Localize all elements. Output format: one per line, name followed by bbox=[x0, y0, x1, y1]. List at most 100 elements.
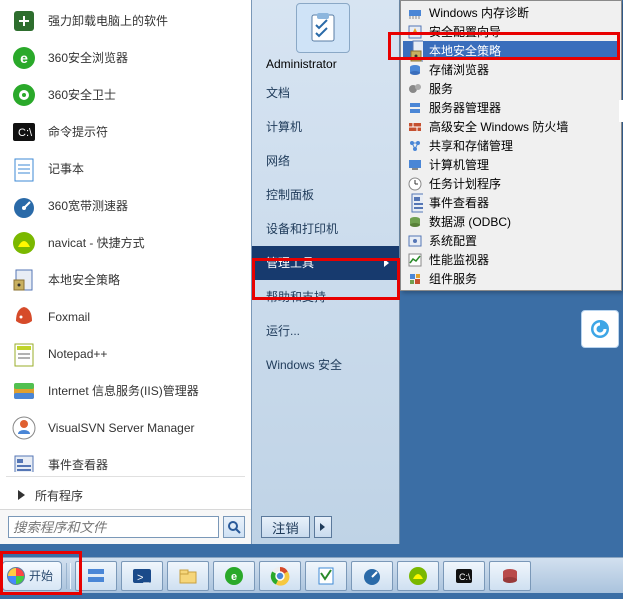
submenu-item-wizard[interactable]: 安全配置向导 bbox=[403, 22, 619, 41]
share-icon bbox=[407, 138, 423, 154]
submenu-item-firewall[interactable]: 高级安全 Windows 防火墙 bbox=[403, 117, 619, 136]
svg-text:C:\: C:\ bbox=[459, 572, 471, 582]
event-icon bbox=[8, 449, 40, 473]
app-label: 强力卸载电脑上的软件 bbox=[48, 12, 168, 29]
foxmail-icon bbox=[8, 301, 40, 333]
app-item-uninstall[interactable]: 强力卸载电脑上的软件 bbox=[4, 2, 251, 39]
app-item-npp[interactable]: Notepad++ bbox=[4, 335, 251, 372]
right-item-label: 文档 bbox=[266, 86, 290, 100]
taskbar-item-sql[interactable] bbox=[489, 561, 531, 591]
right-item-label: 控制面板 bbox=[266, 188, 314, 202]
logoff-more-button[interactable] bbox=[314, 516, 332, 538]
submenu-label: 存储浏览器 bbox=[429, 61, 489, 78]
all-programs-button[interactable]: 所有程序 bbox=[0, 481, 251, 509]
app-item-navicat[interactable]: navicat - 快捷方式 bbox=[4, 224, 251, 261]
app-item-event[interactable]: 事件查看器 bbox=[4, 446, 251, 472]
submenu-item-server[interactable]: 服务器管理器 bbox=[403, 98, 619, 117]
search-button[interactable] bbox=[223, 516, 245, 538]
app-item-foxmail[interactable]: Foxmail bbox=[4, 298, 251, 335]
window-edge bbox=[619, 100, 623, 122]
submenu-label: 共享和存储管理 bbox=[429, 137, 513, 154]
desktop-shortcut-icon[interactable] bbox=[581, 310, 619, 348]
logoff-button[interactable]: 注销 bbox=[261, 516, 310, 538]
taskbar-item-notepad[interactable] bbox=[305, 561, 347, 591]
start-menu-left: 强力卸载电脑上的软件 e 360安全浏览器 360安全卫士 C:\ 命令提示符记事本 360… bbox=[0, 0, 252, 544]
right-item-8[interactable]: Windows 安全 bbox=[252, 348, 399, 382]
submenu-item-perf[interactable]: 性能监视器 bbox=[403, 250, 619, 269]
taskbar-item-chrome[interactable] bbox=[259, 561, 301, 591]
taskbar: 开始 >_ e C:\ bbox=[0, 557, 623, 593]
svn-icon bbox=[8, 412, 40, 444]
taskbar-item-speed[interactable] bbox=[351, 561, 393, 591]
app-label: 360安全浏览器 bbox=[48, 49, 128, 66]
app-item-cmd[interactable]: C:\ 命令提示符 bbox=[4, 113, 251, 150]
odbc-icon bbox=[407, 214, 423, 230]
speed-icon bbox=[361, 565, 383, 587]
right-item-label: 管理工具 bbox=[266, 256, 314, 270]
chevron-right-icon bbox=[18, 490, 25, 500]
policy-icon bbox=[8, 264, 40, 296]
submenu-label: Windows 内存诊断 bbox=[429, 4, 529, 21]
app-item-browser[interactable]: e 360安全浏览器 bbox=[4, 39, 251, 76]
taskbar-item-explorer[interactable] bbox=[167, 561, 209, 591]
submenu-item-sysconfig[interactable]: 系统配置 bbox=[403, 231, 619, 250]
submenu-item-component[interactable]: 组件服务 bbox=[403, 269, 619, 288]
svg-text:e: e bbox=[20, 50, 28, 66]
policy-icon bbox=[407, 43, 423, 59]
taskbar-item-navicat[interactable] bbox=[397, 561, 439, 591]
perf-icon bbox=[407, 252, 423, 268]
computer-icon bbox=[407, 157, 423, 173]
submenu-label: 事件查看器 bbox=[429, 194, 489, 211]
app-label: Foxmail bbox=[48, 310, 90, 324]
svg-text:>_: >_ bbox=[137, 572, 150, 584]
start-button[interactable]: 开始 bbox=[2, 561, 62, 591]
submenu-item-storage[interactable]: 存储浏览器 bbox=[403, 60, 619, 79]
app-item-svn[interactable]: VisualSVN Server Manager bbox=[4, 409, 251, 446]
submenu-label: 数据源 (ODBC) bbox=[429, 213, 511, 230]
submenu-label: 安全配置向导 bbox=[429, 23, 501, 40]
svg-text:C:\: C:\ bbox=[18, 127, 33, 139]
submenu-item-computer[interactable]: 计算机管理 bbox=[403, 155, 619, 174]
admin-tools-submenu: Windows 内存诊断安全配置向导本地安全策略存储浏览器服务服务器管理器高级安… bbox=[400, 0, 622, 291]
right-item-3[interactable]: 控制面板 bbox=[252, 178, 399, 212]
right-item-6[interactable]: 帮助和支持 bbox=[252, 280, 399, 314]
submenu-item-event[interactable]: 事件查看器 bbox=[403, 193, 619, 212]
server-icon bbox=[85, 565, 107, 587]
taskbar-item-browser360[interactable]: e bbox=[213, 561, 255, 591]
app-label: 360安全卫士 bbox=[48, 86, 116, 103]
app-item-iis[interactable]: Internet 信息服务(IIS)管理器 bbox=[4, 372, 251, 409]
submenu-item-policy[interactable]: 本地安全策略 bbox=[403, 41, 619, 60]
right-item-7[interactable]: 运行... bbox=[252, 314, 399, 348]
submenu-item-gears[interactable]: 服务 bbox=[403, 79, 619, 98]
right-item-2[interactable]: 网络 bbox=[252, 144, 399, 178]
separator bbox=[6, 476, 245, 477]
right-item-1[interactable]: 计算机 bbox=[252, 110, 399, 144]
app-label: 本地安全策略 bbox=[48, 271, 120, 288]
account-name[interactable]: Administrator bbox=[252, 52, 399, 76]
submenu-label: 服务 bbox=[429, 80, 453, 97]
app-item-shield[interactable]: 360安全卫士 bbox=[4, 76, 251, 113]
app-item-speed[interactable]: 360宽带测速器 bbox=[4, 187, 251, 224]
app-label: 命令提示符 bbox=[48, 123, 108, 140]
right-item-0[interactable]: 文档 bbox=[252, 76, 399, 110]
submenu-item-share[interactable]: 共享和存储管理 bbox=[403, 136, 619, 155]
browser360-icon: e bbox=[223, 565, 245, 587]
taskbar-item-server[interactable] bbox=[75, 561, 117, 591]
powershell-icon: >_ bbox=[131, 565, 153, 587]
search-input[interactable] bbox=[8, 516, 219, 538]
right-item-4[interactable]: 设备和打印机 bbox=[252, 212, 399, 246]
app-icon bbox=[588, 317, 612, 341]
shield-icon bbox=[8, 79, 40, 111]
right-item-5[interactable]: 管理工具 bbox=[252, 246, 399, 280]
taskbar-item-powershell[interactable]: >_ bbox=[121, 561, 163, 591]
windows-orb-icon bbox=[7, 567, 25, 585]
app-item-notepad[interactable]: 记事本 bbox=[4, 150, 251, 187]
submenu-item-memory[interactable]: Windows 内存诊断 bbox=[403, 3, 619, 22]
submenu-item-odbc[interactable]: 数据源 (ODBC) bbox=[403, 212, 619, 231]
user-avatar[interactable] bbox=[296, 3, 350, 53]
app-item-policy[interactable]: 本地安全策略 bbox=[4, 261, 251, 298]
submenu-item-task[interactable]: 任务计划程序 bbox=[403, 174, 619, 193]
memory-icon bbox=[407, 5, 423, 21]
taskbar-item-cmd[interactable]: C:\ bbox=[443, 561, 485, 591]
app-label: 360宽带测速器 bbox=[48, 197, 128, 214]
